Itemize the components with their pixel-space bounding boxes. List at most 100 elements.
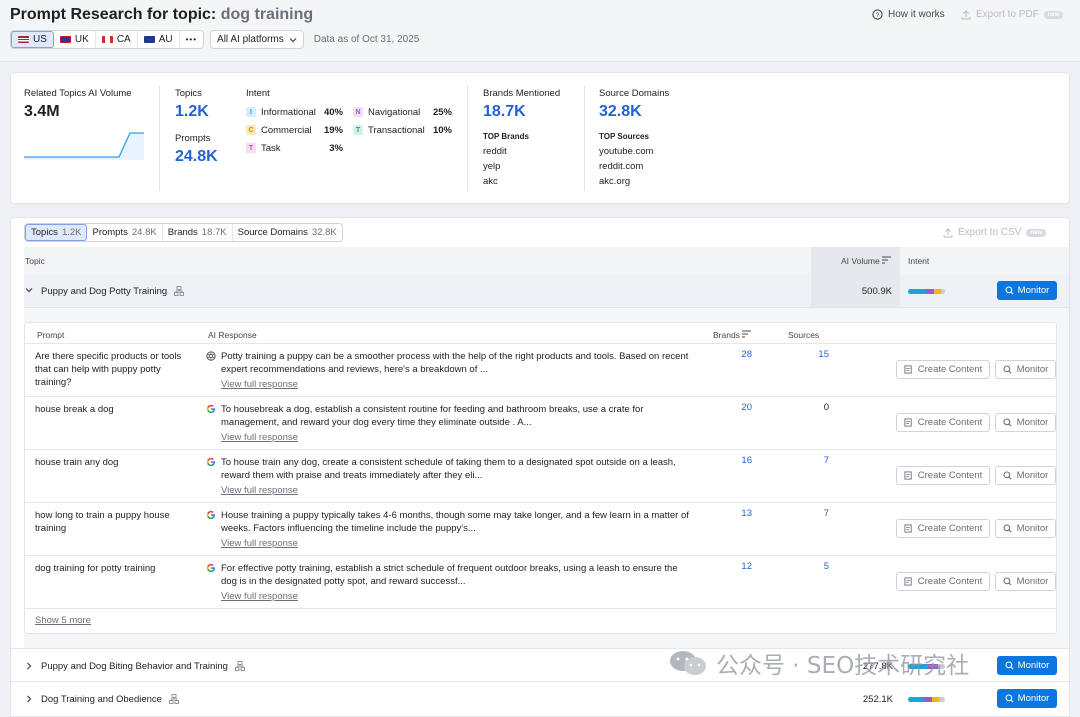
export-pdf-button[interactable]: Export to PDF new: [961, 9, 1064, 20]
monitor-button[interactable]: Monitor: [995, 519, 1056, 538]
volume-sparkline: [24, 132, 144, 160]
monitor-button[interactable]: Monitor: [995, 572, 1056, 591]
top-brands-list: reddit yelp akc: [483, 146, 507, 191]
brands-count[interactable]: 13: [722, 508, 752, 519]
monitor-button[interactable]: Monitor: [995, 360, 1056, 379]
monitor-button[interactable]: Monitor: [995, 413, 1056, 432]
view-full-response-link[interactable]: View full response: [221, 432, 298, 443]
monitor-button[interactable]: Monitor: [997, 281, 1057, 300]
prompt-text[interactable]: dog training for potty training: [35, 562, 197, 575]
brands-value[interactable]: 18.7K: [483, 103, 526, 121]
ai-response-text: Potty training a puppy can be a smoother…: [221, 351, 689, 375]
top-brand: akc: [483, 176, 498, 187]
col-ai-volume[interactable]: AI Volume: [811, 247, 900, 274]
cluster-icon: [174, 286, 184, 296]
sources-value[interactable]: 32.8K: [599, 103, 642, 121]
sort-icon[interactable]: [742, 330, 751, 338]
brands-count[interactable]: 12: [722, 561, 752, 572]
db-au[interactable]: AU: [138, 31, 180, 48]
db-ca[interactable]: CA: [96, 31, 138, 48]
sources-count[interactable]: 5: [799, 561, 829, 572]
chevron-down-icon[interactable]: [25, 287, 33, 293]
prompt-text[interactable]: how long to train a puppy house training: [35, 509, 197, 535]
svg-text:?: ?: [876, 12, 880, 19]
database-selector: US UK CA AU •••: [10, 30, 205, 49]
export-csv-button[interactable]: Export to CSV new: [943, 227, 1047, 238]
table-header: Topic AI Volume Intent: [24, 247, 1069, 274]
google-icon: [206, 563, 215, 573]
show-more-link[interactable]: Show 5 more: [35, 615, 91, 626]
upload-icon: [961, 9, 971, 19]
top-source: youtube.com: [599, 146, 654, 157]
prompt-row: dog training for potty training For effe…: [24, 556, 1057, 609]
filter-row: US UK CA AU ••• All AI platforms Data as…: [10, 30, 419, 49]
monitor-button[interactable]: Monitor: [995, 466, 1056, 485]
intent-bar: [908, 289, 945, 294]
sources-label: Source Domains: [599, 88, 670, 99]
create-content-button[interactable]: Create Content: [896, 572, 990, 591]
platform-dropdown[interactable]: All AI platforms: [210, 30, 304, 49]
more-databases-button[interactable]: •••: [180, 31, 203, 48]
topics-table-card: Topics 1.2K Prompts 24.8K Brands 18.7K Sour…: [10, 217, 1070, 717]
ai-response-text: To house train any dog, create a consist…: [221, 457, 676, 481]
view-full-response-link[interactable]: View full response: [221, 379, 298, 390]
monitor-button[interactable]: Monitor: [997, 656, 1057, 675]
new-badge: new: [1043, 10, 1064, 19]
brands-count[interactable]: 20: [722, 402, 752, 413]
document-edit-icon: [904, 471, 912, 480]
volume-cell: 500.9K: [811, 274, 900, 307]
db-uk[interactable]: UK: [54, 31, 96, 48]
db-us[interactable]: US: [11, 31, 54, 48]
brands-count[interactable]: 28: [722, 349, 752, 360]
sources-count[interactable]: 15: [799, 349, 829, 360]
top-bar: Prompt Research for topic: dog training …: [0, 0, 1080, 62]
col-ai-response: AI Response: [208, 330, 257, 340]
prompts-value[interactable]: 24.8K: [175, 148, 218, 166]
page-title: Prompt Research for topic: dog training: [10, 6, 313, 24]
sources-count[interactable]: 7: [799, 455, 829, 466]
create-content-button[interactable]: Create Content: [896, 360, 990, 379]
prompt-text[interactable]: house break a dog: [35, 403, 197, 416]
col-intent: Intent: [908, 256, 930, 266]
google-icon: [206, 404, 215, 414]
prompt-text[interactable]: house train any dog: [35, 456, 197, 469]
intent-navigational: N Navigational 25%: [353, 103, 452, 121]
brands-count[interactable]: 16: [722, 455, 752, 466]
top-sources-label: TOP Sources: [599, 132, 649, 141]
ai-response-text: House training a puppy typically takes 4…: [221, 510, 689, 534]
create-content-button[interactable]: Create Content: [896, 519, 990, 538]
top-source: reddit.com: [599, 161, 644, 172]
topic-name[interactable]: Puppy and Dog Biting Behavior and Traini…: [41, 661, 228, 672]
monitor-button[interactable]: Monitor: [997, 689, 1057, 708]
topic-name[interactable]: Puppy and Dog Potty Training: [41, 286, 167, 297]
chevron-right-icon[interactable]: [26, 695, 32, 703]
prompt-row: house train any dog To house train any d…: [24, 450, 1057, 503]
tab-prompts[interactable]: Prompts 24.8K: [87, 224, 163, 241]
chevron-right-icon[interactable]: [26, 662, 32, 670]
view-full-response-link[interactable]: View full response: [221, 538, 298, 549]
topics-label: Topics: [175, 88, 202, 99]
prompt-text[interactable]: Are there specific products or tools tha…: [35, 350, 197, 389]
uk-flag-icon: [59, 36, 71, 43]
new-badge: new: [1026, 228, 1047, 237]
sources-count[interactable]: 7: [799, 508, 829, 519]
create-content-button[interactable]: Create Content: [896, 413, 990, 432]
topic-row[interactable]: Dog Training and Obedience 252.1K Monito…: [11, 682, 1069, 716]
col-brands[interactable]: Brands: [713, 330, 740, 340]
intent-i-icon: I: [246, 107, 256, 117]
intent-c-icon: C: [246, 125, 256, 135]
tab-source-domains[interactable]: Source Domains 32.8K: [233, 224, 342, 241]
topics-value[interactable]: 1.2K: [175, 103, 209, 121]
how-it-works-link[interactable]: ? How it works: [872, 9, 945, 20]
intent-t-icon: T: [353, 125, 363, 135]
volume-label: Related Topics AI Volume: [24, 88, 132, 99]
topic-name[interactable]: Dog Training and Obedience: [41, 694, 162, 705]
tab-brands[interactable]: Brands 18.7K: [163, 224, 233, 241]
create-content-button[interactable]: Create Content: [896, 466, 990, 485]
tab-topics[interactable]: Topics 1.2K: [25, 224, 88, 241]
view-full-response-link[interactable]: View full response: [221, 485, 298, 496]
topic-row[interactable]: Puppy and Dog Potty Training 500.9K Moni…: [24, 274, 1069, 308]
view-full-response-link[interactable]: View full response: [221, 591, 298, 602]
monitor-icon: [1005, 694, 1014, 703]
summary-card: Related Topics AI Volume 3.4M Topics 1.2…: [10, 72, 1070, 204]
